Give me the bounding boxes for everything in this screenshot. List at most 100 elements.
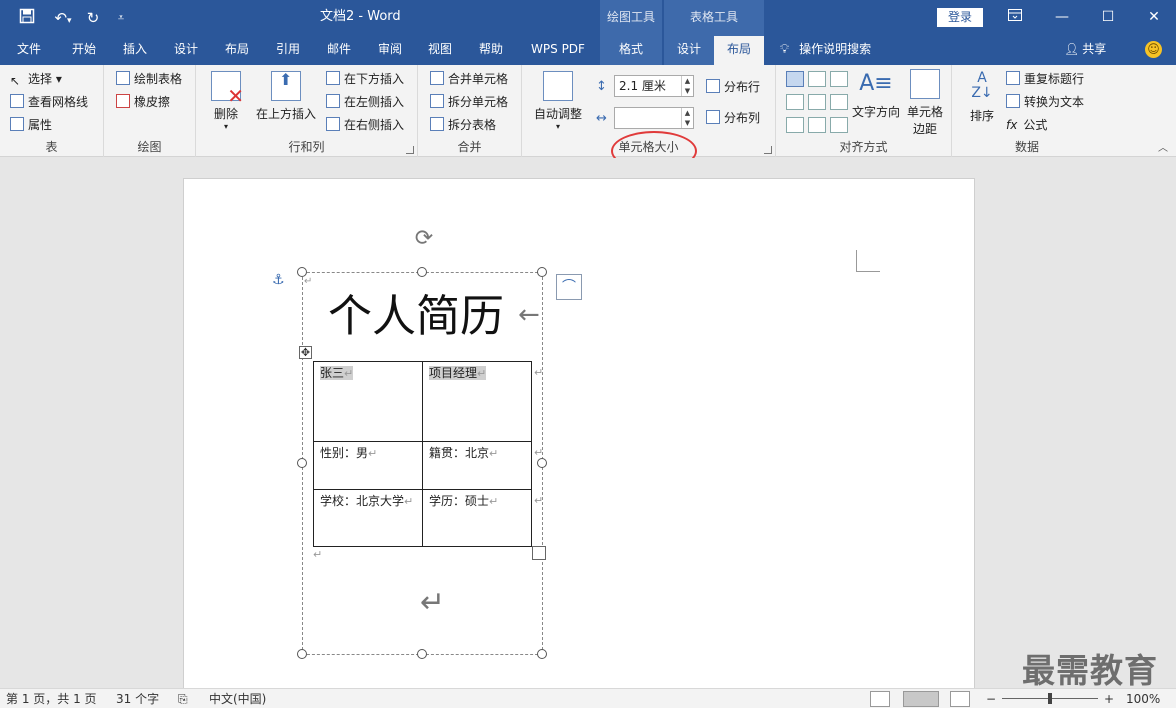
resize-handle-left[interactable] xyxy=(297,458,307,468)
table-cell-school[interactable]: 学校：北京大学↵ xyxy=(313,489,423,547)
distribute-columns-button[interactable]: 分布列 xyxy=(706,108,760,128)
split-cells-button[interactable]: 拆分单元格 xyxy=(430,92,508,112)
tab-table-layout[interactable]: 布局 xyxy=(714,36,764,65)
properties-icon xyxy=(10,117,24,131)
proofing-icon[interactable]: ⎘ xyxy=(178,689,188,708)
resize-handle-bottom[interactable] xyxy=(417,649,427,659)
table-resize-handle[interactable] xyxy=(532,546,546,560)
language-status[interactable]: 中文(中国) xyxy=(209,689,266,708)
delete-button[interactable]: ✕ 删除 ▾ xyxy=(206,71,246,131)
row-height-input[interactable]: 2.1 厘米 ▲ ▼ xyxy=(614,75,694,97)
save-icon[interactable] xyxy=(16,8,38,28)
tab-format[interactable]: 格式 xyxy=(600,36,662,65)
maximize-icon[interactable]: ☐ xyxy=(1094,6,1122,28)
resume-heading[interactable]: 个人简历 xyxy=(328,288,504,346)
tab-view[interactable]: 视图 xyxy=(419,36,461,65)
rotate-handle-icon[interactable]: ⟳ xyxy=(412,228,436,250)
insert-below-button[interactable]: 在下方插入 xyxy=(326,69,404,89)
properties-button[interactable]: 属性 xyxy=(10,115,52,135)
customize-qat-icon[interactable]: ⩡ xyxy=(113,8,129,28)
repeat-header-rows-button[interactable]: 重复标题行 xyxy=(1006,69,1084,89)
zoom-in-icon[interactable]: + xyxy=(1104,689,1114,708)
tab-mailings[interactable]: 邮件 xyxy=(318,36,360,65)
web-layout-button[interactable] xyxy=(950,691,970,707)
align-top-left-button[interactable] xyxy=(786,71,804,87)
layout-options-icon[interactable]: ⌒ xyxy=(556,274,582,300)
align-middle-right-button[interactable] xyxy=(830,94,848,110)
insert-left-button[interactable]: 在左侧插入 xyxy=(326,92,404,112)
select-button[interactable]: ↖ 选择 ▾ xyxy=(10,69,62,89)
align-top-right-button[interactable] xyxy=(830,71,848,87)
rows-columns-dialog-launcher[interactable] xyxy=(406,146,414,154)
align-middle-center-button[interactable] xyxy=(808,94,826,110)
zoom-level[interactable]: 100% xyxy=(1126,689,1160,708)
smiley-feedback-icon[interactable]: ☺ xyxy=(1145,41,1162,58)
formula-button[interactable]: fx 公式 xyxy=(1006,115,1047,135)
redo-icon[interactable]: ↻ xyxy=(83,8,103,28)
insert-right-button[interactable]: 在右侧插入 xyxy=(326,115,404,135)
cell-margins-button[interactable]: 单元格 边距 xyxy=(902,69,948,137)
table-cell-degree[interactable]: 学历：硕士↵ xyxy=(422,489,532,547)
draw-table-button[interactable]: 绘制表格 xyxy=(116,69,182,89)
autofit-button[interactable]: 自动调整 ▾ xyxy=(530,71,586,131)
table-cell-name[interactable]: 张三↵ xyxy=(313,361,423,442)
table-cell-hometown[interactable]: 籍贯：北京↵ xyxy=(422,441,532,490)
tab-references[interactable]: 引用 xyxy=(266,36,310,65)
zoom-out-icon[interactable]: − xyxy=(986,689,996,708)
tab-table-design[interactable]: 设计 xyxy=(664,36,714,65)
ribbon-display-icon[interactable] xyxy=(1001,6,1029,28)
resume-table[interactable]: 张三↵ 项目经理↵ 性别：男↵ 籍贯：北京↵ 学校：北京大学↵ 学历：硕士↵ xyxy=(313,361,532,547)
align-bottom-right-button[interactable] xyxy=(830,117,848,133)
resize-handle-right[interactable] xyxy=(537,458,547,468)
print-layout-button[interactable] xyxy=(903,691,939,707)
tab-insert[interactable]: 插入 xyxy=(114,36,156,65)
merge-cells-button[interactable]: 合并单元格 xyxy=(430,69,508,89)
convert-to-text-button[interactable]: 转换为文本 xyxy=(1006,92,1084,112)
tab-design[interactable]: 设计 xyxy=(164,36,208,65)
page-count[interactable]: 第 1 页，共 1 页 xyxy=(6,689,97,708)
sort-button[interactable]: A Z↓ 排序 xyxy=(964,69,1000,124)
page-margin-corner-mark xyxy=(856,250,880,272)
anchor-icon[interactable]: ⚓︎ xyxy=(272,272,285,288)
split-table-button[interactable]: 拆分表格 xyxy=(430,115,496,135)
zoom-slider-thumb[interactable] xyxy=(1048,693,1052,704)
insert-above-button[interactable]: ⬆ 在上方插入 xyxy=(254,70,318,122)
formula-label: 公式 xyxy=(1023,118,1048,132)
group-table: ↖ 选择 ▾ 查看网格线 属性 表 xyxy=(0,65,104,157)
tab-review[interactable]: 审阅 xyxy=(369,36,411,65)
minimize-icon[interactable]: — xyxy=(1048,6,1076,28)
undo-icon[interactable]: ↶▾ xyxy=(48,8,78,28)
align-top-center-button[interactable] xyxy=(808,71,826,87)
eraser-button[interactable]: 橡皮擦 xyxy=(116,92,170,112)
tell-me-search[interactable]: 💡︎ 操作说明搜索 xyxy=(780,36,871,65)
tab-help[interactable]: 帮助 xyxy=(470,36,512,65)
resize-handle-bottom-left[interactable] xyxy=(297,649,307,659)
row-height-spinner-icon[interactable]: ▲ ▼ xyxy=(681,76,693,96)
table-move-handle-icon[interactable]: ✥ xyxy=(299,346,312,359)
table-cell-position[interactable]: 项目经理↵ xyxy=(422,361,532,442)
login-button[interactable]: 登录 xyxy=(937,8,983,27)
close-icon[interactable]: ✕ xyxy=(1140,6,1168,28)
align-bottom-center-button[interactable] xyxy=(808,117,826,133)
word-count[interactable]: 31 个字 xyxy=(116,689,159,708)
table-cell-gender[interactable]: 性别：男↵ xyxy=(313,441,423,490)
tab-wps-pdf[interactable]: WPS PDF xyxy=(522,36,594,65)
distribute-rows-button[interactable]: 分布行 xyxy=(706,77,760,97)
share-button[interactable]: 👤︎ 共享 xyxy=(1064,36,1106,65)
align-middle-left-button[interactable] xyxy=(786,94,804,110)
tab-layout[interactable]: 布局 xyxy=(216,36,258,65)
view-gridlines-button[interactable]: 查看网格线 xyxy=(10,92,88,112)
draw-table-label: 绘制表格 xyxy=(134,72,183,86)
resize-handle-bottom-right[interactable] xyxy=(537,649,547,659)
text-direction-button[interactable]: A≡ 文字方向 xyxy=(850,69,902,120)
collapse-ribbon-icon[interactable]: ︿ xyxy=(1158,139,1168,154)
read-mode-button[interactable] xyxy=(870,691,890,707)
column-width-input[interactable]: ▲ ▼ xyxy=(614,107,694,129)
resize-handle-top[interactable] xyxy=(417,267,427,277)
tab-file[interactable]: 文件 xyxy=(8,36,50,65)
align-bottom-left-button[interactable] xyxy=(786,117,804,133)
resize-handle-top-right[interactable] xyxy=(537,267,547,277)
column-width-spinner-icon[interactable]: ▲ ▼ xyxy=(681,108,693,128)
tab-home[interactable]: 开始 xyxy=(62,36,106,65)
cell-size-dialog-launcher[interactable] xyxy=(764,146,772,154)
